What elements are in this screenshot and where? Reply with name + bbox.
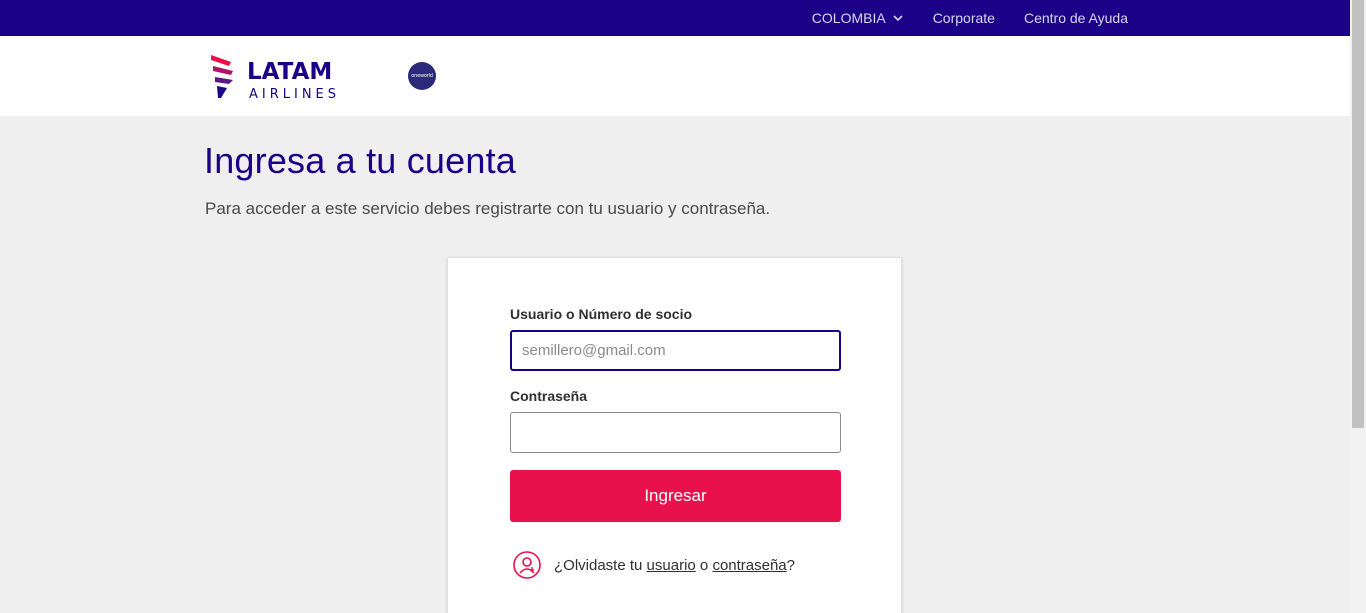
vertical-scrollbar[interactable]: [1350, 0, 1366, 613]
corporate-link[interactable]: Corporate: [933, 10, 995, 26]
page-subtitle: Para acceder a este servicio debes regis…: [205, 199, 771, 218]
svg-text:LATAM: LATAM: [247, 59, 332, 85]
password-input[interactable]: [510, 412, 841, 453]
forgot-text: ¿Olvidaste tu usuario o contraseña?: [554, 557, 795, 574]
forgot-password-link[interactable]: contraseña: [712, 557, 786, 574]
user-help-icon: [513, 551, 541, 579]
scrollbar-thumb[interactable]: [1352, 0, 1364, 428]
latam-airlines-logo[interactable]: LATAM AIRLINES: [209, 52, 369, 102]
chevron-down-icon: [893, 15, 903, 22]
svg-text:AIRLINES: AIRLINES: [249, 87, 340, 102]
forgot-suffix: ?: [786, 556, 795, 574]
forgot-or: o: [699, 556, 709, 574]
top-bar-links: COLOMBIA Corporate Centro de Ayuda: [812, 0, 1128, 36]
page-title: Ingresa a tu cuenta: [204, 140, 517, 181]
top-bar: COLOMBIA Corporate Centro de Ayuda: [0, 0, 1350, 36]
country-selector[interactable]: COLOMBIA: [812, 10, 904, 26]
help-center-link[interactable]: Centro de Ayuda: [1024, 10, 1128, 26]
user-input[interactable]: [510, 330, 841, 371]
site-header: LATAM AIRLINES oneworld: [0, 36, 1350, 116]
oneworld-logo: oneworld: [408, 62, 436, 90]
forgot-user-link[interactable]: usuario: [647, 557, 696, 574]
login-button[interactable]: Ingresar: [510, 470, 841, 522]
forgot-credentials: ¿Olvidaste tu usuario o contraseña?: [512, 550, 795, 580]
login-card: Usuario o Número de socio Contraseña Ing…: [447, 257, 902, 613]
forgot-prefix: ¿Olvidaste tu: [554, 556, 643, 574]
country-label: COLOMBIA: [811, 10, 886, 26]
oneworld-logo-text: oneworld: [411, 73, 433, 79]
password-label: Contraseña: [510, 388, 588, 404]
user-label: Usuario o Número de socio: [510, 306, 693, 322]
